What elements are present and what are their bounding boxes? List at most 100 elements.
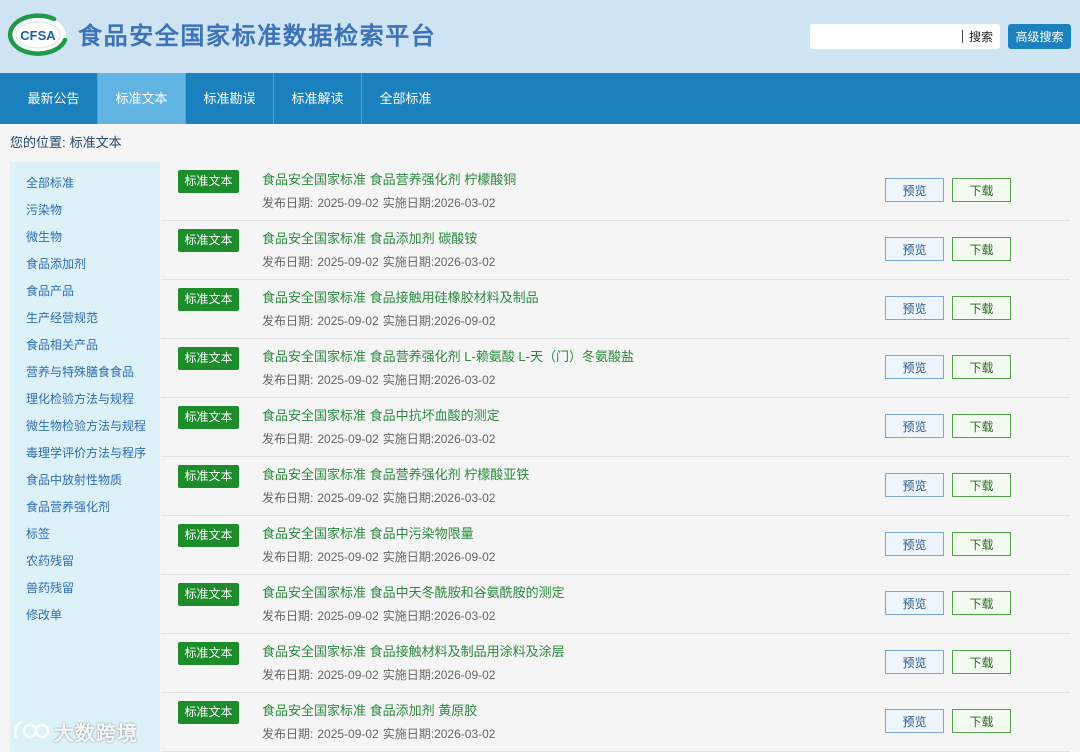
- standard-title-link[interactable]: 食品安全国家标准 食品营养强化剂 L-赖氨酸 L-天（门）冬氨酸盐: [262, 347, 634, 367]
- sidebar-category-item[interactable]: 理化检验方法与规程: [10, 386, 160, 413]
- standard-dates: 发布日期: 2025-09-02 实施日期:2026-03-02: [262, 725, 495, 743]
- sidebar-category-item[interactable]: 食品相关产品: [10, 332, 160, 359]
- standard-type-badge: 标准文本: [178, 701, 239, 724]
- breadcrumb-current[interactable]: 标准文本: [70, 135, 122, 150]
- download-button[interactable]: 下载: [952, 355, 1011, 379]
- standard-title-link[interactable]: 食品安全国家标准 食品添加剂 碳酸铵: [262, 229, 477, 249]
- sidebar-category-item[interactable]: 修改单: [10, 602, 160, 629]
- sidebar-category-item[interactable]: 污染物: [10, 197, 160, 224]
- nav-tab-all-standards[interactable]: 全部标准: [362, 73, 449, 124]
- standard-dates: 发布日期: 2025-09-02 实施日期:2026-03-02: [262, 430, 495, 448]
- effective-date-label: 实施日期:: [382, 373, 435, 387]
- effective-date-label: 实施日期:: [382, 314, 435, 328]
- nav-tab-standard-interpretations[interactable]: 标准解读: [274, 73, 362, 124]
- effective-date: 2026-03-02: [434, 491, 496, 505]
- sidebar-category-item[interactable]: 生产经营规范: [10, 305, 160, 332]
- standard-type-badge: 标准文本: [178, 583, 239, 606]
- standard-title-link[interactable]: 食品安全国家标准 食品中污染物限量: [262, 524, 474, 544]
- search-button[interactable]: 搜索: [962, 24, 1000, 49]
- preview-button[interactable]: 预览: [885, 355, 944, 379]
- publish-date: 2025-09-02: [317, 255, 379, 269]
- sidebar-category-item[interactable]: 营养与特殊膳食食品: [10, 359, 160, 386]
- standard-title-link[interactable]: 食品安全国家标准 食品营养强化剂 柠檬酸铜: [262, 170, 516, 190]
- publish-date: 2025-09-02: [317, 491, 379, 505]
- effective-date: 2026-03-02: [434, 196, 496, 210]
- download-button[interactable]: 下载: [952, 532, 1011, 556]
- breadcrumb-prefix: 您的位置:: [10, 135, 66, 150]
- standard-dates: 发布日期: 2025-09-02 实施日期:2026-03-02: [262, 489, 495, 507]
- standard-title-link[interactable]: 食品安全国家标准 食品接触材料及制品用涂料及涂层: [262, 642, 565, 662]
- standard-row: 标准文本 食品安全国家标准 食品接触用硅橡胶材料及制品 发布日期: 2025-09-0…: [161, 280, 1070, 339]
- sidebar-category-item[interactable]: 全部标准: [10, 170, 160, 197]
- effective-date-label: 实施日期:: [382, 196, 435, 210]
- cfsa-logo-icon: CFSA: [7, 13, 68, 56]
- effective-date: 2026-09-02: [434, 668, 496, 682]
- standard-dates: 发布日期: 2025-09-02 实施日期:2026-09-02: [262, 548, 495, 566]
- sidebar-category-item[interactable]: 兽药残留: [10, 575, 160, 602]
- standard-type-badge: 标准文本: [178, 170, 239, 193]
- preview-button[interactable]: 预览: [885, 709, 944, 733]
- sidebar-category-item[interactable]: 食品产品: [10, 278, 160, 305]
- preview-button[interactable]: 预览: [885, 414, 944, 438]
- standard-title-link[interactable]: 食品安全国家标准 食品添加剂 黄原胶: [262, 701, 477, 721]
- standard-dates: 发布日期: 2025-09-02 实施日期:2026-03-02: [262, 607, 495, 625]
- download-button[interactable]: 下载: [952, 178, 1011, 202]
- sidebar-category-item[interactable]: 微生物检验方法与规程: [10, 413, 160, 440]
- publish-date-label: 发布日期:: [262, 314, 314, 328]
- sidebar-category-item[interactable]: 食品添加剂: [10, 251, 160, 278]
- standard-dates: 发布日期: 2025-09-02 实施日期:2026-03-02: [262, 253, 495, 271]
- download-button[interactable]: 下载: [952, 709, 1011, 733]
- search-input[interactable]: [810, 24, 960, 49]
- publish-date: 2025-09-02: [317, 727, 379, 741]
- download-button[interactable]: 下载: [952, 650, 1011, 674]
- standard-row: 标准文本 食品安全国家标准 食品中污染物限量 发布日期: 2025-09-02 实施日期…: [161, 516, 1070, 575]
- sidebar-category-item[interactable]: 微生物: [10, 224, 160, 251]
- download-button[interactable]: 下载: [952, 237, 1011, 261]
- preview-button[interactable]: 预览: [885, 532, 944, 556]
- sidebar-category-item[interactable]: 农药残留: [10, 548, 160, 575]
- preview-button[interactable]: 预览: [885, 237, 944, 261]
- publish-date: 2025-09-02: [317, 373, 379, 387]
- preview-button[interactable]: 预览: [885, 296, 944, 320]
- preview-button[interactable]: 预览: [885, 473, 944, 497]
- standard-dates: 发布日期: 2025-09-02 实施日期:2026-03-02: [262, 371, 495, 389]
- effective-date: 2026-09-02: [434, 550, 496, 564]
- effective-date-label: 实施日期:: [382, 432, 435, 446]
- advanced-search-button[interactable]: 高级搜索: [1008, 24, 1071, 49]
- standard-title-link[interactable]: 食品安全国家标准 食品中抗坏血酸的测定: [262, 406, 500, 426]
- site-title: 食品安全国家标准数据检索平台: [78, 23, 437, 50]
- effective-date-label: 实施日期:: [382, 668, 435, 682]
- nav-tab-standard-errata[interactable]: 标准勘误: [186, 73, 274, 124]
- sidebar-category-item[interactable]: 毒理学评价方法与程序: [10, 440, 160, 467]
- download-button[interactable]: 下载: [952, 296, 1011, 320]
- site-header: CFSA 食品安全国家标准数据检索平台 搜索 高级搜索: [0, 0, 1080, 73]
- standard-title-link[interactable]: 食品安全国家标准 食品营养强化剂 柠檬酸亚铁: [262, 465, 529, 485]
- preview-button[interactable]: 预览: [885, 650, 944, 674]
- publish-date: 2025-09-02: [317, 609, 379, 623]
- standard-row: 标准文本 食品安全国家标准 食品中天冬酰胺和谷氨酰胺的测定 发布日期: 2025-09…: [161, 575, 1070, 634]
- nav-tab-standard-texts[interactable]: 标准文本: [98, 73, 186, 124]
- sidebar-category-item[interactable]: 食品中放射性物质: [10, 467, 160, 494]
- standards-list: 标准文本 食品安全国家标准 食品营养强化剂 柠檬酸铜 发布日期: 2025-09-02…: [161, 162, 1070, 752]
- search-box: 搜索: [810, 24, 1000, 49]
- sidebar-category-item[interactable]: 标签: [10, 521, 160, 548]
- standard-title-link[interactable]: 食品安全国家标准 食品中天冬酰胺和谷氨酰胺的测定: [262, 583, 565, 603]
- cfsa-logo[interactable]: CFSA: [7, 13, 69, 57]
- standard-type-badge: 标准文本: [178, 465, 239, 488]
- sidebar-category-item[interactable]: 食品营养强化剂: [10, 494, 160, 521]
- nav-tab-latest-notices[interactable]: 最新公告: [10, 73, 98, 124]
- effective-date: 2026-03-02: [434, 609, 496, 623]
- preview-button[interactable]: 预览: [885, 591, 944, 615]
- preview-button[interactable]: 预览: [885, 178, 944, 202]
- download-button[interactable]: 下载: [952, 473, 1011, 497]
- publish-date-label: 发布日期:: [262, 727, 314, 741]
- standard-title-link[interactable]: 食品安全国家标准 食品接触用硅橡胶材料及制品: [262, 288, 539, 308]
- effective-date-label: 实施日期:: [382, 255, 435, 269]
- download-button[interactable]: 下载: [952, 591, 1011, 615]
- main-nav: 最新公告 标准文本 标准勘误 标准解读 全部标准: [0, 73, 1080, 124]
- standard-row: 标准文本 食品安全国家标准 食品营养强化剂 L-赖氨酸 L-天（门）冬氨酸盐 发布日…: [161, 339, 1070, 398]
- download-button[interactable]: 下载: [952, 414, 1011, 438]
- effective-date: 2026-03-02: [434, 432, 496, 446]
- publish-date: 2025-09-02: [317, 196, 379, 210]
- publish-date-label: 发布日期:: [262, 196, 314, 210]
